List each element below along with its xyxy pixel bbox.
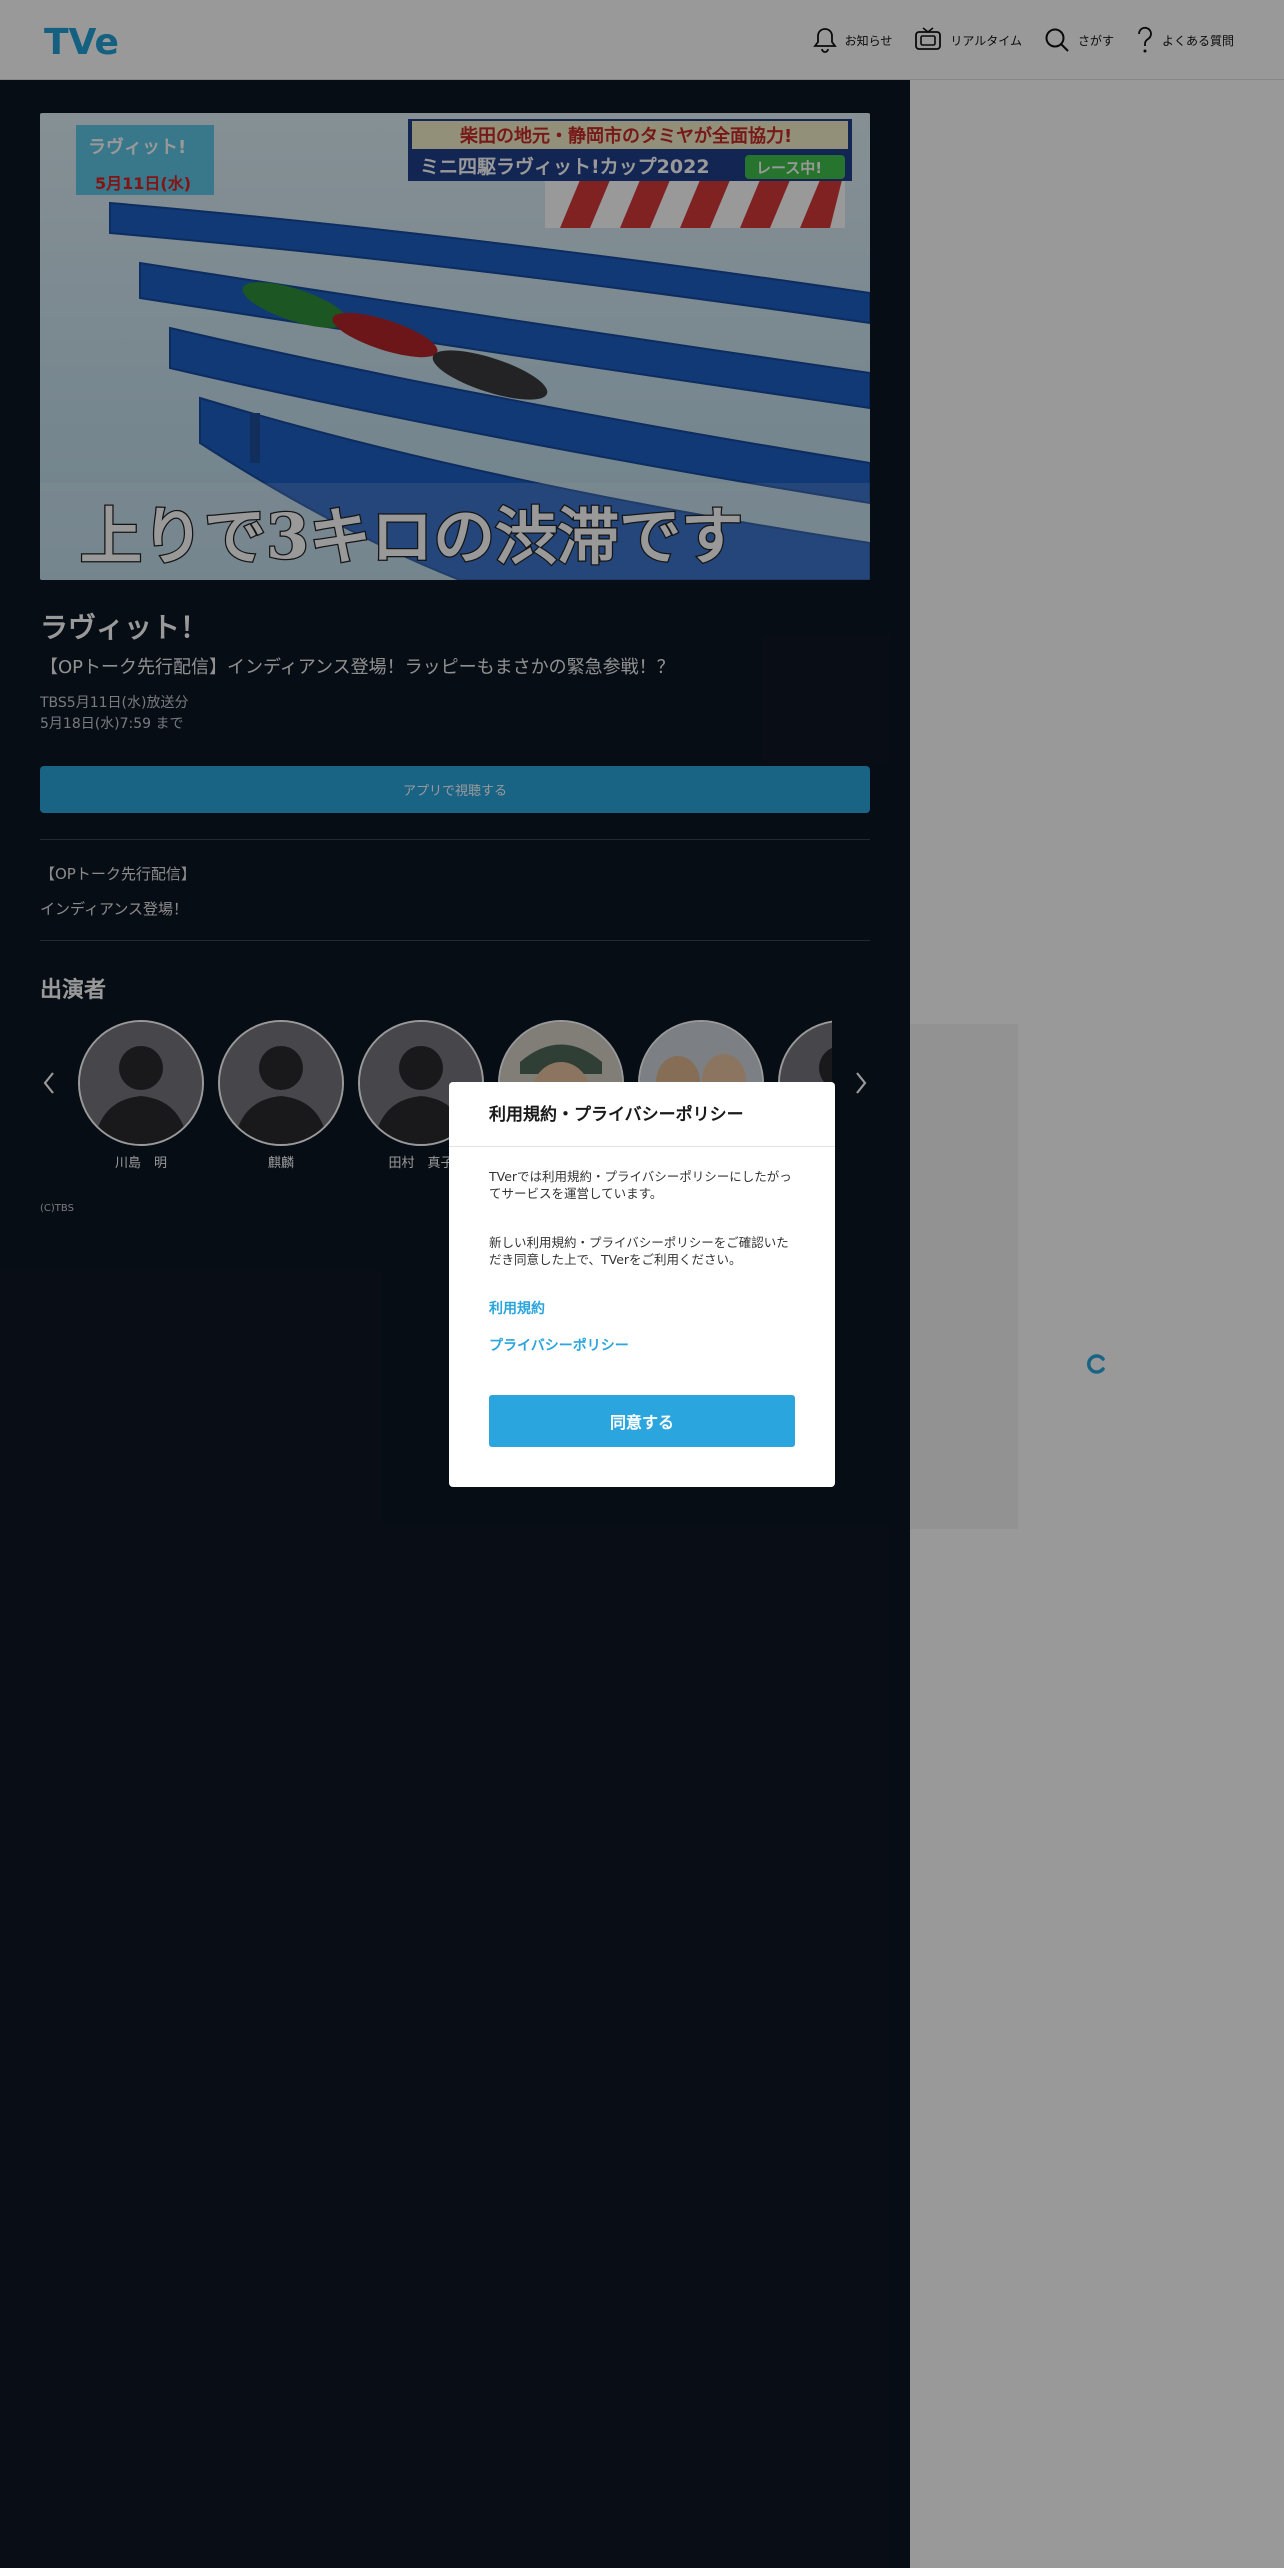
modal-text: 新しい利用規約・プライバシーポリシーをご確認いただき同意した上で、TVerをご利… bbox=[489, 1235, 789, 1267]
modal-text: TVerでは利用規約・プライバシーポリシーにしたがってサービスを運営しています。 bbox=[489, 1169, 792, 1201]
privacy-policy-link[interactable]: プライバシーポリシー bbox=[489, 1335, 629, 1355]
terms-modal: 利用規約・プライバシーポリシー TVerでは利用規約・プライバシーポリシーにした… bbox=[449, 1082, 835, 1487]
terms-link[interactable]: 利用規約 bbox=[489, 1298, 545, 1318]
modal-title: 利用規約・プライバシーポリシー bbox=[489, 1105, 744, 1125]
divider bbox=[449, 1146, 835, 1147]
agree-button[interactable]: 同意する bbox=[489, 1395, 795, 1447]
